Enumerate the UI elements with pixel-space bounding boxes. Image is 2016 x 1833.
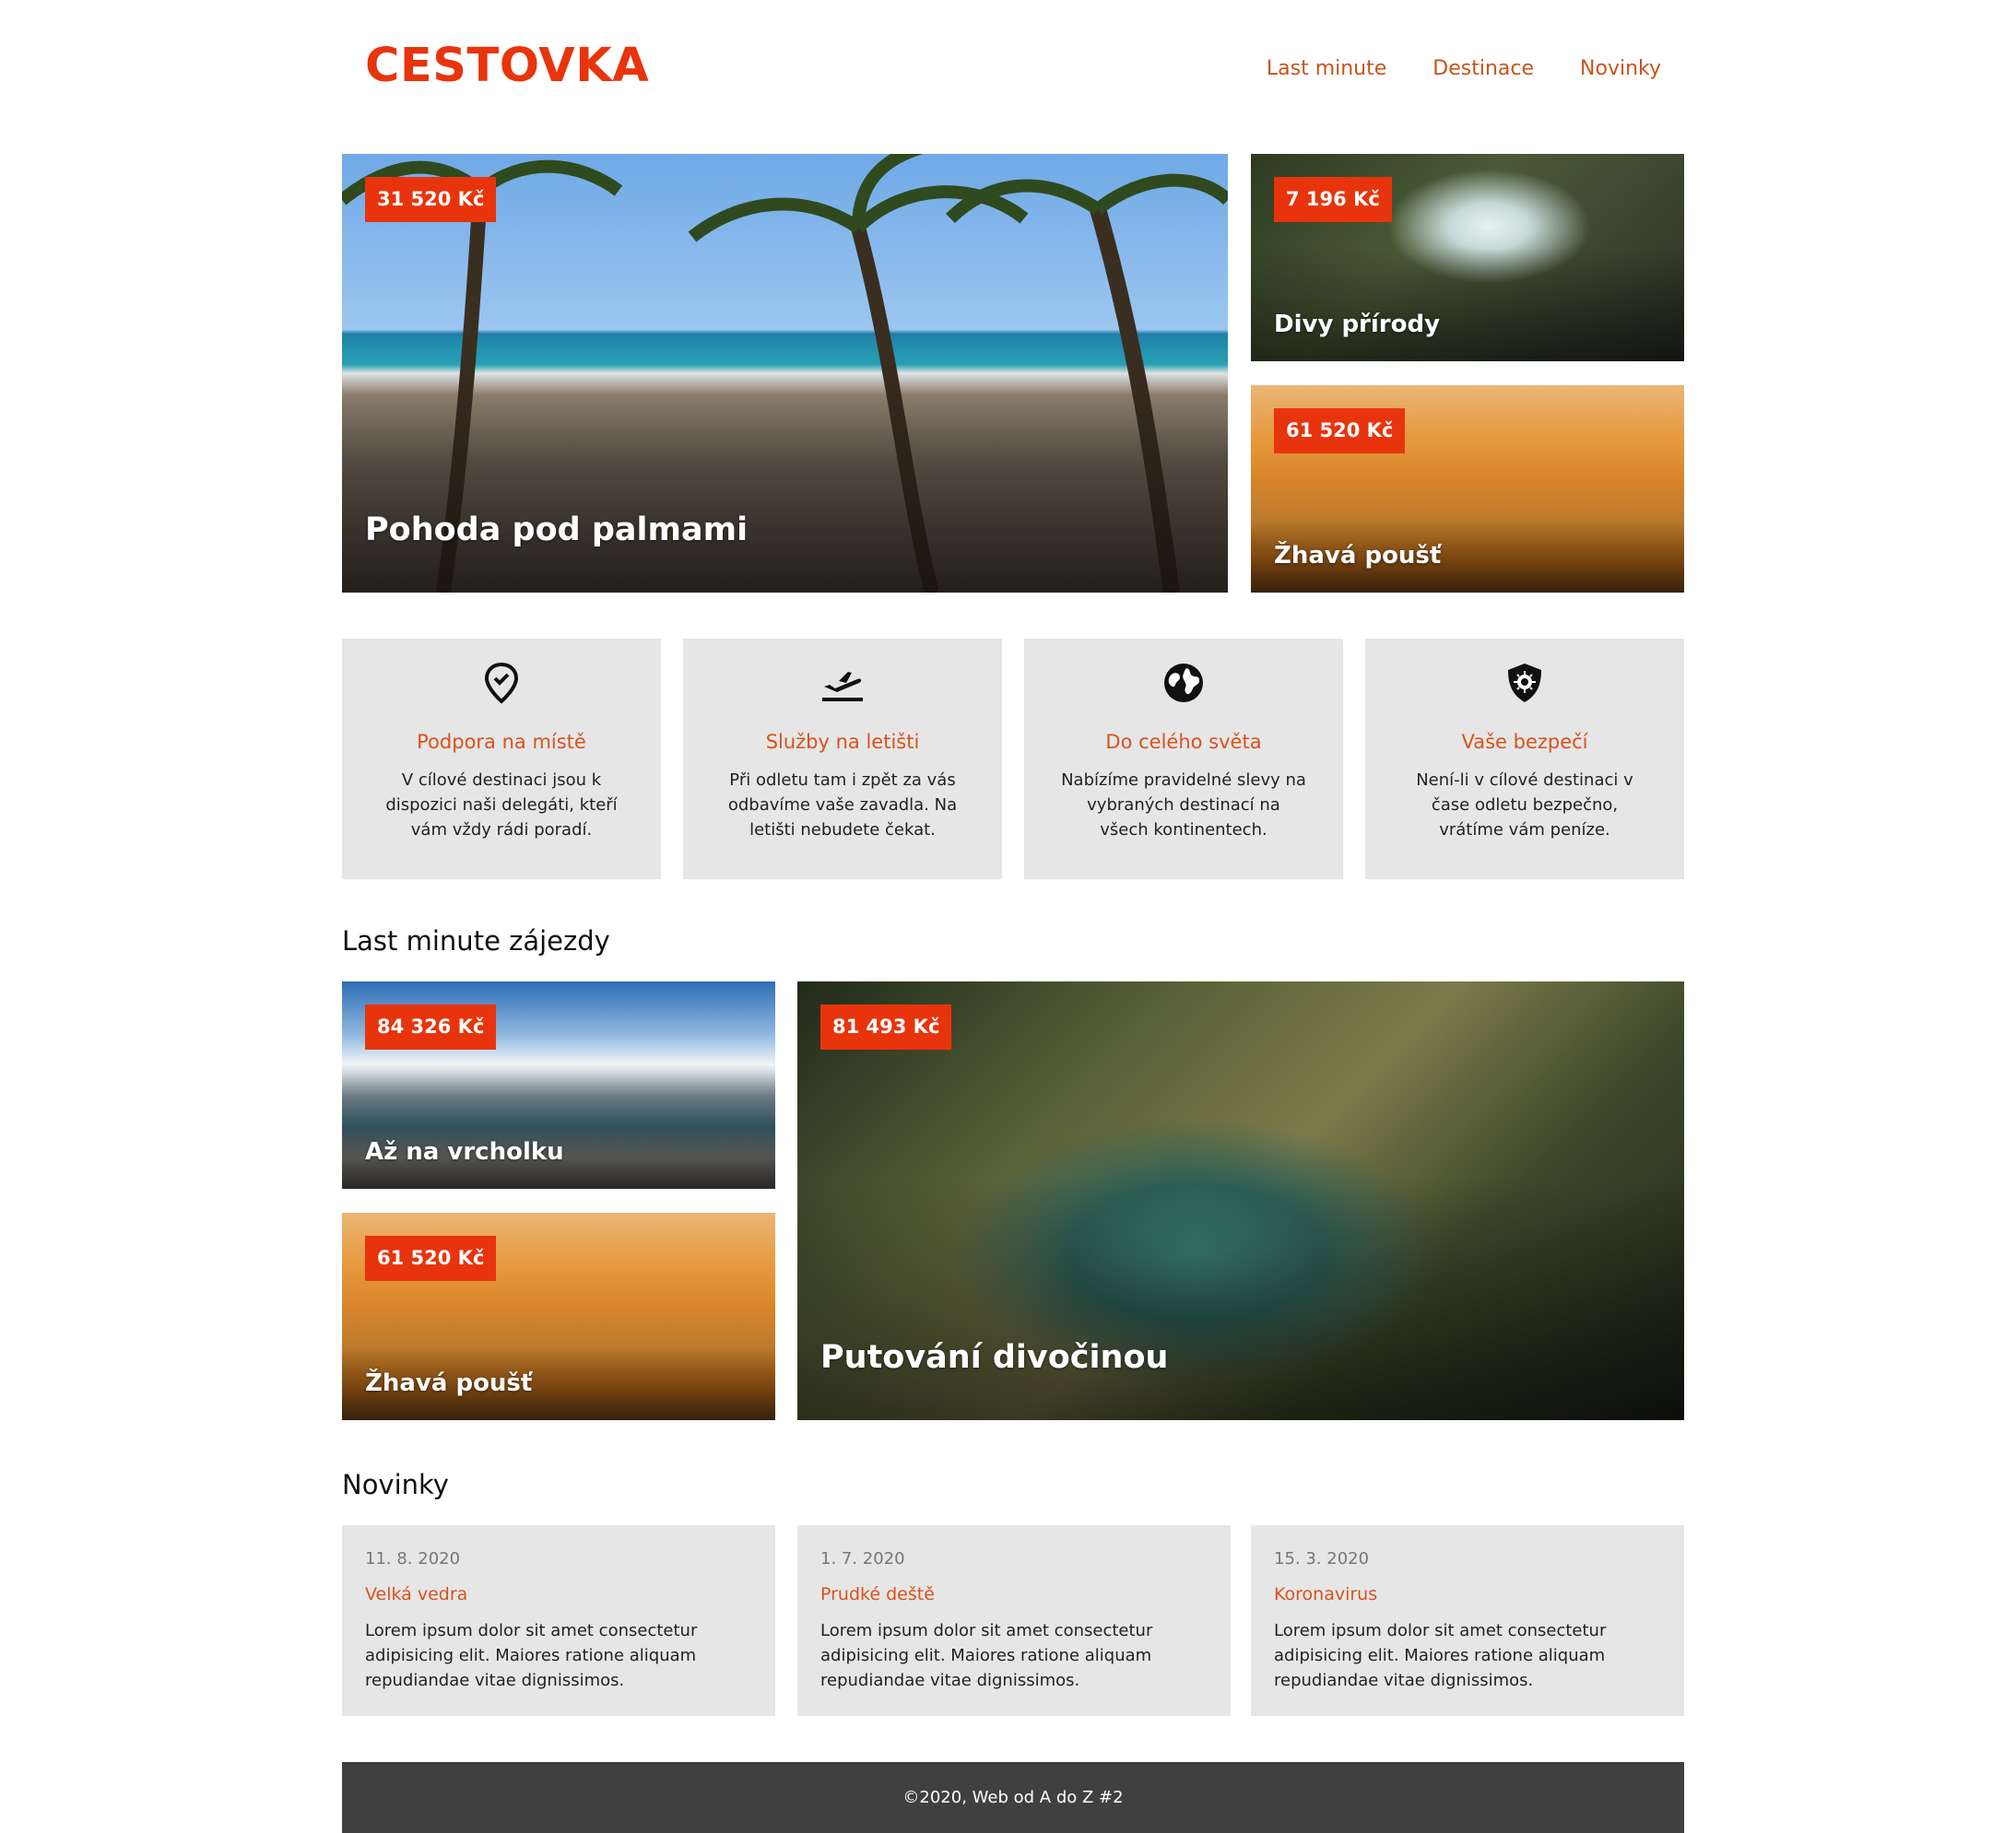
feature-text: Nabízíme pravidelné slevy na vybraných d… xyxy=(1061,770,1306,840)
tile-title: Žhavá poušť xyxy=(365,1369,533,1397)
section-title-novinky: Novinky xyxy=(342,1469,449,1500)
news-card[interactable]: 11. 8. 2020 Velká vedra Lorem ipsum dolo… xyxy=(342,1525,775,1716)
feature-card: Podpora na místě V cílové destinaci jsou… xyxy=(342,639,661,879)
price-badge: 61 520 Kč xyxy=(1274,408,1406,453)
news-title[interactable]: Prudké deště xyxy=(820,1584,935,1604)
nav-link-last-minute[interactable]: Last minute xyxy=(1267,57,1386,80)
hero-tile-palms[interactable]: 31 520 Kč Pohoda pod palmami xyxy=(342,154,1228,593)
footer: ©2020, Web od A do Z #2 xyxy=(342,1762,1684,1833)
main-nav: Last minute Destinace Novinky xyxy=(1267,57,1661,80)
airplane-takeoff-icon xyxy=(822,672,863,701)
hero-tile-desert[interactable]: 61 520 Kč Žhavá poušť xyxy=(1251,385,1684,593)
feature-text: Při odletu tam i zpět za vás odbavíme va… xyxy=(727,770,958,840)
news-text: Lorem ipsum dolor sit amet consectetur a… xyxy=(820,1621,1153,1690)
feature-card: Služby na letišti Při odletu tam i zpět … xyxy=(683,639,1002,879)
news-title[interactable]: Koronavirus xyxy=(1274,1584,1377,1604)
feature-title: Vaše bezpečí xyxy=(1461,731,1588,753)
price-badge: 7 196 Kč xyxy=(1274,177,1392,222)
globe-icon xyxy=(1164,664,1203,702)
tile-title: Putování divočinou xyxy=(820,1339,1169,1376)
section-title-last-minute: Last minute zájezdy xyxy=(342,925,610,957)
price-badge: 31 520 Kč xyxy=(365,177,497,222)
news-text: Lorem ipsum dolor sit amet consectetur a… xyxy=(365,1621,698,1690)
feature-title: Do celého světa xyxy=(1105,731,1262,753)
news-date: 1. 7. 2020 xyxy=(820,1549,905,1569)
tile-title: Divy přírody xyxy=(1274,311,1441,338)
feature-title: Podpora na místě xyxy=(417,731,586,753)
shield-virus-icon xyxy=(1508,664,1541,702)
news-date: 15. 3. 2020 xyxy=(1274,1549,1370,1569)
news-date: 11. 8. 2020 xyxy=(365,1549,461,1569)
last-minute-tile-mountains[interactable]: 84 326 Kč Až na vrcholku xyxy=(342,981,775,1189)
feature-card: Vaše bezpečí Není-li v cílové destinaci … xyxy=(1365,639,1684,879)
tile-title: Až na vrcholku xyxy=(365,1138,564,1166)
news-card[interactable]: 15. 3. 2020 Koronavirus Lorem ipsum dolo… xyxy=(1251,1525,1684,1716)
feature-text: V cílové destinaci jsou k dispozici naši… xyxy=(385,770,618,840)
news-text: Lorem ipsum dolor sit amet consectetur a… xyxy=(1274,1621,1607,1690)
last-minute-tile-jungle[interactable]: 81 493 Kč Putování divočinou xyxy=(797,981,1684,1420)
price-badge: 61 520 Kč xyxy=(365,1236,497,1281)
price-badge: 84 326 Kč xyxy=(365,1005,497,1050)
tile-title: Pohoda pod palmami xyxy=(365,511,749,548)
feature-card: Do celého světa Nabízíme pravidelné slev… xyxy=(1024,639,1343,879)
feature-text: Není-li v cílové destinaci v čase odletu… xyxy=(1416,770,1633,840)
news-title[interactable]: Velká vedra xyxy=(365,1584,467,1604)
last-minute-tile-desert[interactable]: 61 520 Kč Žhavá poušť xyxy=(342,1213,775,1420)
price-badge: 81 493 Kč xyxy=(820,1005,952,1050)
site-logo[interactable]: CESTOVKA xyxy=(365,39,649,93)
nav-link-destinace[interactable]: Destinace xyxy=(1432,57,1534,80)
feature-title: Služby na letišti xyxy=(765,731,920,753)
nav-link-novinky[interactable]: Novinky xyxy=(1580,57,1661,80)
news-card[interactable]: 1. 7. 2020 Prudké deště Lorem ipsum dolo… xyxy=(797,1525,1231,1716)
location-check-icon xyxy=(484,662,519,704)
tile-title: Žhavá poušť xyxy=(1274,542,1442,570)
hero-tile-waterfall[interactable]: 7 196 Kč Divy přírody xyxy=(1251,154,1684,361)
